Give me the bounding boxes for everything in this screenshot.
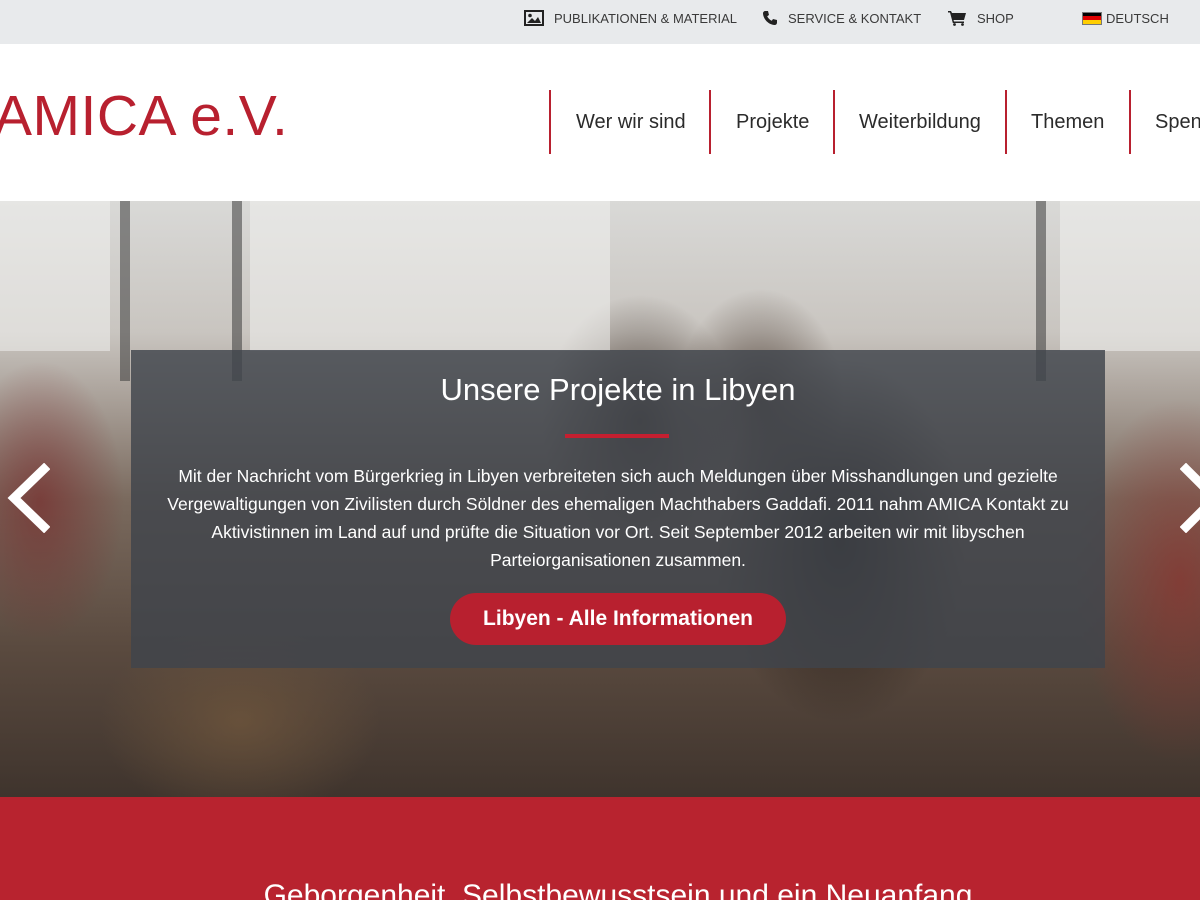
language-selector[interactable]: DEUTSCH (1082, 0, 1169, 36)
nav-item-wer-wir-sind[interactable]: Wer wir sind (549, 90, 709, 154)
cart-icon (948, 10, 967, 26)
language-label: DEUTSCH (1106, 10, 1169, 26)
libyen-info-button[interactable]: Libyen - Alle Informationen (450, 593, 786, 645)
nav-item-spenden[interactable]: Spenden (1129, 90, 1200, 154)
chevron-right-icon (1179, 462, 1200, 534)
topbar-service-link[interactable]: SERVICE & KONTAKT (762, 0, 921, 36)
hero-photo-detail (120, 201, 130, 381)
main-navigation: Wer wir sind Projekte Weiterbildung Them… (549, 90, 1200, 154)
topbar-shop-label: SHOP (977, 10, 1014, 26)
hero-caption-box: Unsere Projekte in Libyen Mit der Nachri… (131, 350, 1105, 668)
hero-title-underline (565, 434, 669, 438)
topbar-publications-link[interactable]: PUBLIKATIONEN & MATERIAL (524, 0, 737, 36)
german-flag-icon (1082, 11, 1102, 25)
hero-photo-detail (250, 201, 610, 351)
phone-icon (762, 10, 778, 26)
site-header: AMICA e.V. Wer wir sind Projekte Weiterb… (0, 44, 1200, 201)
intro-section: Geborgenheit, Selbstbewusstsein und ein … (0, 797, 1200, 900)
slider-prev-button[interactable] (2, 462, 51, 534)
hero-title: Unsere Projekte in Libyen (440, 372, 796, 407)
hero-slider: Unsere Projekte in Libyen Mit der Nachri… (0, 201, 1200, 797)
site-logo[interactable]: AMICA e.V. (0, 84, 288, 150)
intro-section-title: Geborgenheit, Selbstbewusstsein und ein … (263, 879, 973, 900)
top-utility-bar: PUBLIKATIONEN & MATERIAL SERVICE & KONTA… (0, 0, 1200, 44)
nav-item-themen[interactable]: Themen (1005, 90, 1129, 154)
image-icon (524, 10, 544, 26)
slider-next-button[interactable] (1179, 462, 1200, 534)
topbar-publications-label: PUBLIKATIONEN & MATERIAL (554, 10, 738, 26)
hero-photo-detail (1060, 201, 1200, 351)
nav-item-weiterbildung[interactable]: Weiterbildung (833, 90, 1005, 154)
nav-item-projekte[interactable]: Projekte (709, 90, 833, 154)
chevron-left-icon (7, 462, 51, 534)
topbar-service-label: SERVICE & KONTAKT (788, 10, 922, 26)
hero-photo-detail (0, 201, 110, 351)
topbar-shop-link[interactable]: SHOP (948, 0, 1014, 36)
hero-description: Mit der Nachricht vom Bürgerkrieg in Lib… (167, 466, 1069, 570)
